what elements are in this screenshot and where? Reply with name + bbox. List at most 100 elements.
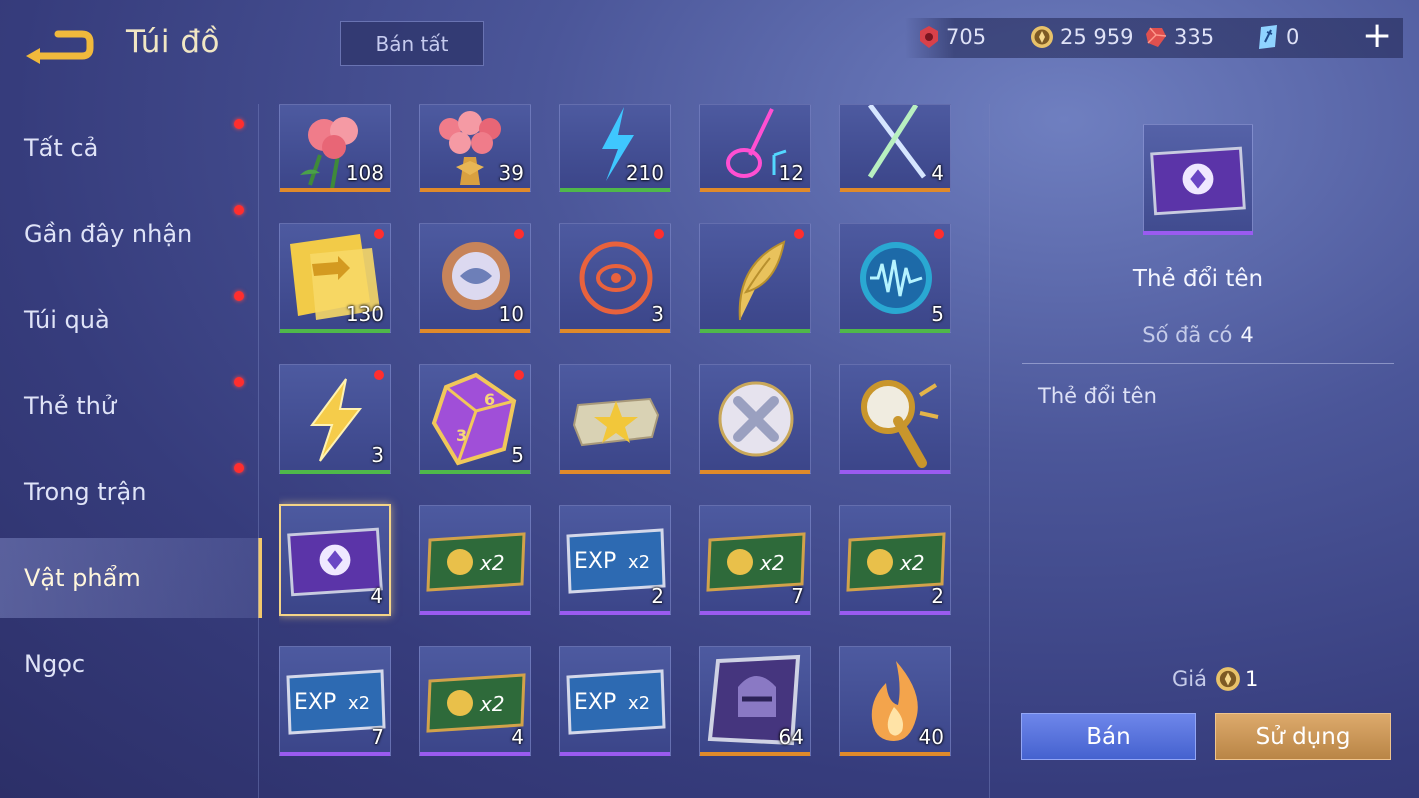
item-count: 7 — [371, 725, 384, 749]
back-arrow-icon — [26, 30, 94, 64]
detail-divider — [1022, 363, 1394, 364]
item-slot-dragon-emblem[interactable]: 3 — [559, 223, 671, 333]
back-button[interactable] — [24, 26, 96, 66]
item-slot-silver-cross-orb[interactable] — [699, 364, 811, 474]
category-label: Túi quà — [24, 306, 110, 334]
voucher-value: 0 — [1286, 25, 1300, 49]
detail-item-name: Thẻ đổi tên — [1132, 266, 1264, 292]
new-indicator-dot — [374, 370, 384, 380]
rarity-bar — [840, 470, 950, 474]
svg-text:6: 6 — [484, 390, 495, 409]
rarity-bar — [700, 188, 810, 192]
item-slot-trumpet-scepter[interactable] — [839, 364, 951, 474]
rarity-bar — [420, 329, 530, 333]
item-slot-blue-lightning[interactable]: 210 — [559, 104, 671, 192]
item-slot-star-ticket[interactable] — [559, 364, 671, 474]
item-slot-rose-bouquet[interactable]: 39 — [419, 104, 531, 192]
honor-point-counter: 705 — [918, 22, 986, 52]
rarity-bar — [560, 611, 670, 615]
rarity-bar — [560, 470, 670, 474]
sell-button[interactable]: Bán — [1021, 713, 1196, 760]
item-slot-gold-ticket[interactable]: 130 — [279, 223, 391, 333]
honor-point-icon — [920, 26, 938, 48]
item-count: 4 — [931, 161, 944, 185]
item-count: 3 — [651, 302, 664, 326]
trumpet-scepter-icon — [861, 380, 939, 468]
category-sidebar: Tất cả Gần đây nhận Túi quà Thẻ thử Tron… — [0, 104, 262, 798]
item-count: 5 — [511, 443, 524, 467]
item-count: 2 — [931, 584, 944, 608]
item-slot-sound-wave-orb[interactable]: 5 — [839, 223, 951, 333]
category-gems[interactable]: Ngọc — [0, 624, 258, 704]
detail-divider-vertical — [989, 104, 990, 798]
sidebar-divider — [258, 104, 259, 798]
x2-label: x2 — [348, 693, 370, 714]
exp-label: EXP — [574, 549, 616, 574]
category-label: Ngọc — [24, 650, 86, 678]
sell-all-button[interactable]: Bán tất — [340, 21, 484, 66]
category-all[interactable]: Tất cả — [0, 108, 258, 188]
item-slot-exp-x2-card[interactable]: EXP x2 2 — [559, 505, 671, 615]
x2-label: x2 — [628, 552, 650, 573]
rarity-bar — [840, 752, 950, 756]
exp-label: EXP — [574, 690, 616, 715]
new-indicator-dot — [234, 119, 244, 129]
category-items[interactable]: Vật phẩm — [0, 538, 262, 618]
item-slot-helmet-card[interactable]: 64 — [699, 646, 811, 756]
owned-count-row: Số đã có 4 — [1020, 323, 1376, 347]
rarity-bar — [420, 752, 530, 756]
price-value: 1 — [1244, 667, 1259, 691]
new-indicator-dot — [514, 229, 524, 239]
category-trial-cards[interactable]: Thẻ thử — [0, 366, 258, 446]
inventory-grid[interactable]: 108 39 210 12 4 130 10 3 5 3 6 3 5 4 x2 … — [279, 104, 951, 798]
new-indicator-dot — [234, 463, 244, 473]
item-slot-gold-x2-card[interactable]: x2 4 — [419, 646, 531, 756]
category-gift-bags[interactable]: Túi quà — [0, 280, 258, 360]
honor-point-value: 705 — [946, 25, 987, 49]
ruby-counter: 335 — [1144, 22, 1214, 52]
category-in-match[interactable]: Trong trận — [0, 452, 258, 532]
item-slot-gold-x2-card[interactable]: x2 7 — [699, 505, 811, 615]
use-button[interactable]: Sử dụng — [1215, 713, 1391, 760]
new-indicator-dot — [234, 377, 244, 387]
rarity-bar — [840, 188, 950, 192]
x2-label: x2 — [479, 692, 505, 716]
item-slot-exp-x2-card[interactable]: EXP x2 7 — [279, 646, 391, 756]
item-slot-rose[interactable]: 108 — [279, 104, 391, 192]
new-indicator-dot — [794, 229, 804, 239]
page-title: Túi đồ — [126, 24, 220, 60]
rename-card-icon — [1150, 146, 1246, 216]
item-count: 4 — [370, 584, 383, 608]
new-indicator-dot — [514, 370, 524, 380]
item-slot-exp-x2-card[interactable]: EXP x2 — [559, 646, 671, 756]
item-count: 39 — [498, 161, 524, 185]
add-currency-button[interactable]: + — [1362, 18, 1392, 54]
new-indicator-dot — [234, 291, 244, 301]
item-slot-dice[interactable]: 6 3 5 — [419, 364, 531, 474]
rarity-bar — [700, 611, 810, 615]
item-slot-flame[interactable]: 40 — [839, 646, 951, 756]
category-recent[interactable]: Gần đây nhận — [0, 194, 258, 274]
item-count: 64 — [778, 725, 804, 749]
item-slot-rename-card[interactable]: 4 — [279, 504, 391, 616]
rarity-bar — [1143, 231, 1253, 235]
category-label: Thẻ thử — [24, 392, 117, 420]
rarity-bar — [560, 188, 670, 192]
item-slot-neon-guitar[interactable]: 12 — [699, 104, 811, 192]
x2-label: x2 — [899, 551, 925, 575]
silver-cross-orb-icon — [718, 381, 794, 457]
item-slot-bronze-orb[interactable]: 10 — [419, 223, 531, 333]
item-slot-gold-x2-card[interactable]: x2 2 — [839, 505, 951, 615]
item-count: 12 — [778, 161, 804, 185]
item-slot-crossed-swords[interactable]: 4 — [839, 104, 951, 192]
item-slot-gold-leaf[interactable] — [699, 223, 811, 333]
rarity-bar — [280, 188, 390, 192]
new-indicator-dot — [234, 205, 244, 215]
item-slot-gold-x2-card[interactable]: x2 — [419, 505, 531, 615]
item-slot-gold-lightning[interactable]: 3 — [279, 364, 391, 474]
owned-value: 4 — [1240, 323, 1254, 347]
rarity-bar — [420, 470, 530, 474]
rarity-bar — [840, 329, 950, 333]
ruby-value: 335 — [1174, 25, 1215, 49]
item-count: 130 — [345, 302, 384, 326]
